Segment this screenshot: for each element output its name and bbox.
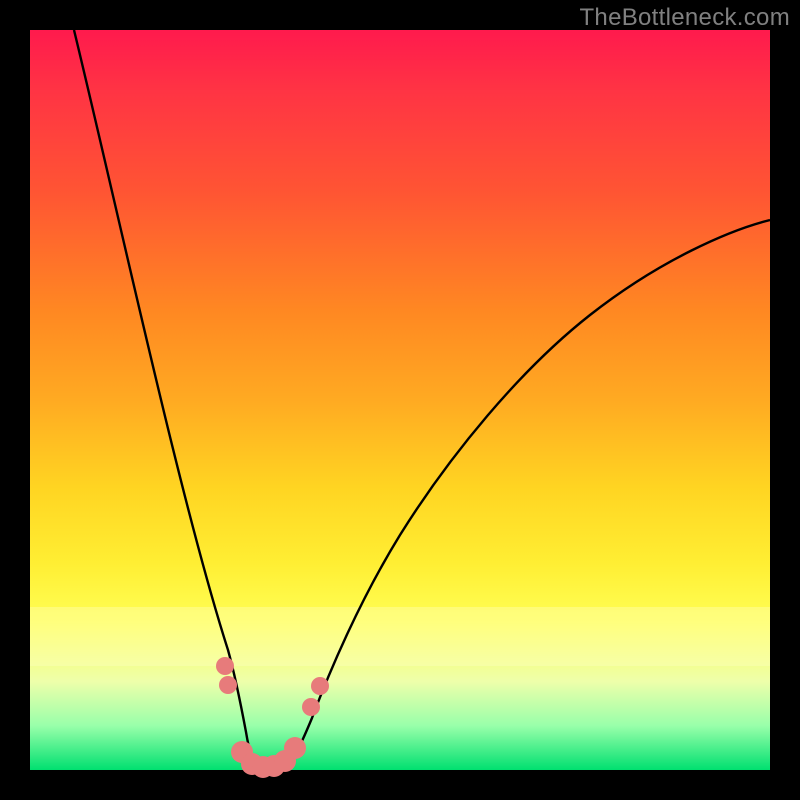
chart-frame: TheBottleneck.com	[0, 0, 800, 800]
plot-area	[30, 30, 770, 770]
watermark-text: TheBottleneck.com	[579, 4, 790, 32]
marker-dot	[311, 677, 329, 695]
marker-dot	[284, 737, 306, 759]
bottleneck-curve	[30, 30, 770, 770]
marker-dot	[302, 698, 320, 716]
marker-dot	[219, 676, 237, 694]
marker-dot	[216, 657, 234, 675]
